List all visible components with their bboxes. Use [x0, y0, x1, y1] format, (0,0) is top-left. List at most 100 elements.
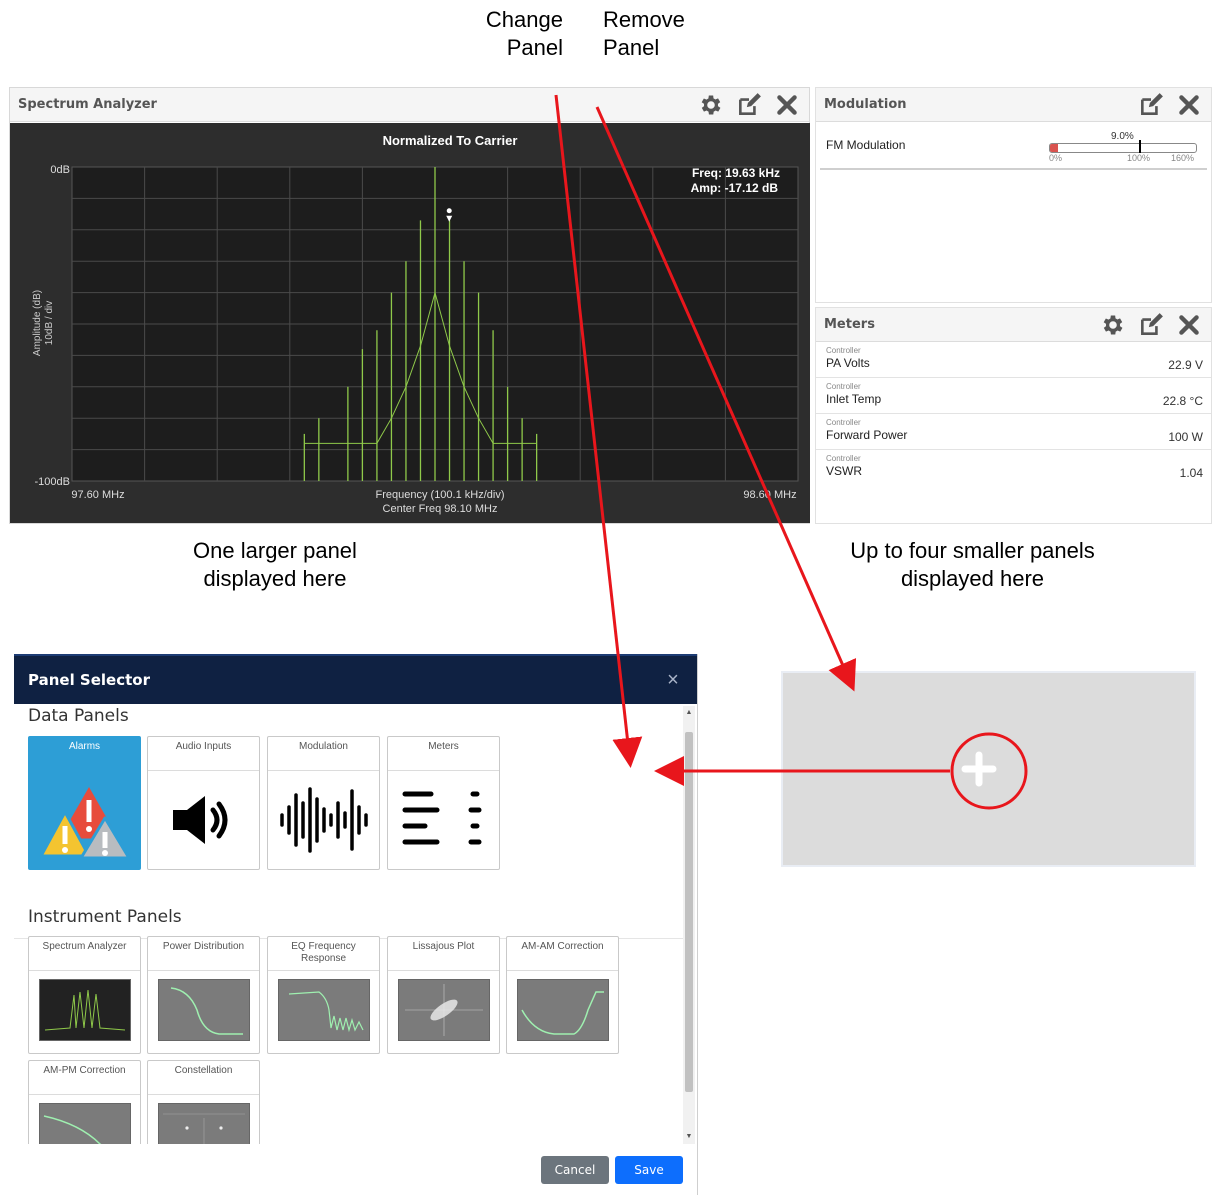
modulation-panel-header: Modulation — [816, 88, 1211, 122]
panel-title: Modulation — [824, 97, 907, 112]
tile-am-am-correction[interactable]: AM-AM Correction — [506, 936, 619, 1054]
spectrum-panel-header: Spectrum Analyzer — [10, 88, 809, 122]
add-panel-placeholder[interactable] — [781, 671, 1196, 867]
constellation-thumbnail — [157, 1103, 250, 1144]
tile-spectrum-analyzer[interactable]: Spectrum Analyzer — [28, 936, 141, 1054]
edit-icon[interactable] — [1137, 91, 1165, 119]
y-axis-label: Amplitude (dB) — [32, 290, 43, 356]
chart-title: Normalized To Carrier — [383, 133, 518, 148]
scroll-thumb[interactable] — [685, 732, 693, 1092]
meter-row-pa-volts: Controller PA Volts 22.9 V — [816, 342, 1211, 378]
x-axis-label: Frequency (100.1 kHz/div) — [376, 489, 505, 501]
tile-label: Alarms — [29, 737, 140, 771]
save-button[interactable]: Save — [615, 1156, 683, 1184]
marker-dot — [446, 208, 452, 214]
lissajous-thumbnail — [397, 979, 490, 1041]
instrument-panels-heading: Instrument Panels — [28, 907, 182, 927]
meter-row-inlet-temp: Controller Inlet Temp 22.8 °C — [816, 378, 1211, 414]
tile-label: Power Distribution — [148, 937, 259, 971]
gear-icon[interactable] — [1099, 311, 1127, 339]
meter-row-forward-power: Controller Forward Power 100 W — [816, 414, 1211, 450]
marker-freq-readout: Freq: 19.63 kHz — [692, 166, 780, 180]
power-distribution-thumbnail — [157, 979, 250, 1041]
spectrum-thumbnail — [38, 979, 131, 1041]
meter-100-mark — [1139, 140, 1141, 153]
meter-value: 100 W — [1168, 430, 1203, 444]
meter-source: Controller — [826, 346, 861, 355]
tile-label: Audio Inputs — [148, 737, 259, 771]
callout-remove-panel: Remove Panel — [603, 7, 685, 60]
meter-name: Forward Power — [826, 428, 908, 442]
close-icon[interactable] — [1175, 91, 1203, 119]
x-tick-left: 97.60 MHz — [71, 489, 124, 501]
tile-label: Modulation — [268, 737, 379, 771]
dialog-close-icon[interactable]: × — [663, 669, 683, 692]
meter-bar — [1049, 143, 1197, 153]
meter-value: 1.04 — [1179, 466, 1203, 480]
plus-icon — [961, 751, 997, 787]
tile-label: Constellation — [148, 1061, 259, 1095]
meter-source: Controller — [826, 454, 861, 463]
tile-am-pm-correction[interactable]: AM-PM Correction — [28, 1060, 141, 1144]
marker-amp-readout: Amp: -17.12 dB — [691, 181, 779, 195]
tile-label: AM-PM Correction — [29, 1061, 140, 1095]
dialog-scrollbar[interactable]: ▲ ▼ — [683, 706, 695, 1144]
scroll-up-arrow-icon[interactable]: ▲ — [683, 706, 695, 720]
modulation-value: 9.0% — [1111, 131, 1134, 142]
speaker-icon — [172, 796, 227, 844]
edit-icon[interactable] — [1137, 311, 1165, 339]
meter-source: Controller — [826, 418, 861, 427]
meters-icon — [402, 791, 481, 845]
tile-audio-inputs[interactable]: Audio Inputs — [147, 736, 260, 870]
tile-power-distribution[interactable]: Power Distribution — [147, 936, 260, 1054]
y-tick-top: 0dB — [50, 164, 70, 176]
meter-value: 22.8 °C — [1162, 394, 1203, 408]
eq-response-thumbnail — [277, 979, 370, 1041]
dialog-body: Data Panels Alarms Audio Inputs Modulati… — [14, 704, 684, 1144]
tile-lissajous-plot[interactable]: Lissajous Plot — [387, 936, 500, 1054]
meters-panel-header: Meters — [816, 308, 1211, 342]
callout-larger-panel: One larger panel displayed here — [193, 538, 357, 591]
tick-160: 160% — [1171, 153, 1195, 163]
close-icon[interactable] — [773, 91, 801, 119]
data-panels-heading: Data Panels — [28, 706, 129, 726]
meter-row-vswr: Controller VSWR 1.04 — [816, 450, 1211, 486]
callout-change-panel: Change Panel — [485, 7, 563, 60]
y-axis-sublabel: 10dB / div — [44, 301, 55, 345]
close-icon[interactable] — [1175, 311, 1203, 339]
callout-smaller-panels: Up to four smaller panels displayed here — [850, 538, 1095, 591]
spectrum-chart: Normalized To Carrier 0dB -100dB 97.60 M… — [32, 133, 799, 515]
tile-label: EQ Frequency Response — [268, 937, 379, 971]
edit-icon[interactable] — [735, 91, 763, 119]
tile-eq-frequency-response[interactable]: EQ Frequency Response — [267, 936, 380, 1054]
tile-label: Meters — [388, 737, 499, 771]
x-tick-right: 98.60 MHz — [743, 489, 796, 501]
gear-icon[interactable] — [697, 91, 725, 119]
am-am-thumbnail — [516, 979, 609, 1041]
modulation-panel: Modulation FM Modulation 9.0% 0% 100% 16… — [815, 87, 1212, 303]
tile-label: Lissajous Plot — [388, 937, 499, 971]
waveform-icon — [279, 787, 368, 853]
tile-modulation[interactable]: Modulation — [267, 736, 380, 870]
panel-title: Meters — [824, 317, 875, 332]
tick-100: 100% — [1127, 153, 1151, 163]
dialog-header: Panel Selector × — [14, 654, 697, 704]
cancel-button[interactable]: Cancel — [541, 1156, 609, 1184]
y-tick-bottom: -100dB — [35, 476, 70, 488]
panel-title: Spectrum Analyzer — [18, 97, 157, 112]
tile-label: Spectrum Analyzer — [29, 937, 140, 971]
tile-alarms[interactable]: Alarms — [28, 736, 141, 870]
spectrum-chart-area: Normalized To Carrier 0dB -100dB 97.60 M… — [10, 123, 810, 523]
scroll-down-arrow-icon[interactable]: ▼ — [683, 1130, 695, 1144]
meter-value: 22.9 V — [1168, 358, 1203, 372]
meter-source: Controller — [826, 382, 861, 391]
tile-meters[interactable]: Meters — [387, 736, 500, 870]
alarms-icon — [39, 782, 130, 860]
modulation-row: FM Modulation 9.0% 0% 100% 160% — [820, 122, 1207, 170]
meter-fill — [1050, 144, 1059, 152]
tick-0: 0% — [1049, 153, 1063, 163]
modulation-meter: 9.0% 0% 100% 160% — [1049, 127, 1197, 163]
panel-selector-dialog: Panel Selector × Data Panels Alarms Audi… — [14, 654, 698, 1195]
tile-constellation[interactable]: Constellation — [147, 1060, 260, 1144]
meters-panel: Meters Controller PA Volts 22.9 V Contro… — [815, 307, 1212, 524]
